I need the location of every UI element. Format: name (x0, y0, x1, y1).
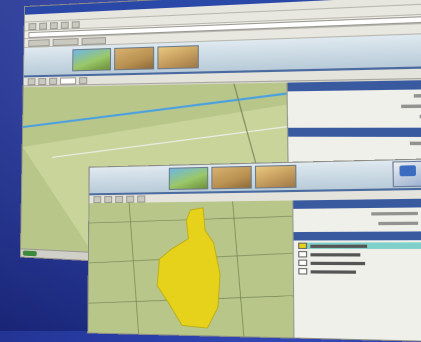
stop-icon[interactable] (50, 22, 58, 29)
banner-photo (169, 167, 208, 190)
option-row[interactable] (298, 210, 421, 219)
option-row[interactable] (293, 112, 421, 121)
banner-photo (72, 48, 111, 71)
refresh-icon[interactable] (61, 21, 69, 28)
link-button[interactable] (53, 38, 79, 46)
banner-photo (211, 166, 251, 189)
selected-parcel (157, 208, 220, 329)
legend-row[interactable] (298, 242, 421, 249)
pan-icon[interactable] (115, 195, 123, 202)
option-row[interactable] (293, 102, 421, 112)
site-logo (392, 161, 421, 188)
legend-row[interactable] (298, 268, 421, 275)
back-icon[interactable] (29, 23, 37, 30)
identify-icon[interactable] (79, 77, 87, 84)
front-side-panel (292, 199, 421, 341)
zoom-out-icon[interactable] (104, 195, 112, 202)
front-map-parcels (88, 200, 293, 337)
panel-header (294, 231, 421, 240)
forward-icon[interactable] (39, 22, 47, 29)
legend-row[interactable] (298, 251, 421, 258)
identify-icon[interactable] (126, 195, 134, 202)
legend-row[interactable] (298, 260, 421, 267)
option-row[interactable] (293, 139, 421, 148)
banner-photo (255, 165, 297, 189)
banner-photo (114, 47, 154, 71)
option-row[interactable] (292, 91, 421, 101)
option-row[interactable] (298, 219, 421, 227)
zoom-in-icon[interactable] (93, 196, 101, 203)
pan-icon[interactable] (49, 77, 57, 84)
layer-select[interactable] (60, 77, 76, 84)
measure-icon[interactable] (137, 195, 145, 202)
zoom-out-icon[interactable] (38, 77, 46, 84)
front-browser-window (87, 158, 421, 342)
panel-header (293, 199, 421, 209)
link-button[interactable] (82, 37, 107, 45)
banner-photo (157, 45, 199, 69)
home-icon[interactable] (72, 21, 80, 28)
front-map-view[interactable] (88, 200, 293, 337)
panel-header (288, 128, 421, 138)
start-button[interactable] (23, 250, 37, 256)
link-button[interactable] (28, 39, 50, 47)
zoom-in-icon[interactable] (28, 78, 36, 85)
